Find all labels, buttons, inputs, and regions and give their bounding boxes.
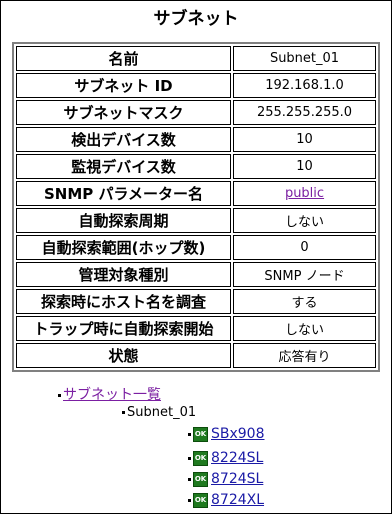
bullet-icon (188, 432, 191, 436)
tree-node-device: OK 8224SL (188, 450, 263, 466)
device-link[interactable]: SBx908 (211, 426, 265, 442)
ok-status-icon: OK (193, 426, 208, 442)
tree-node-device: OK SBx908 (188, 426, 265, 442)
tree-node-subnet-list: サブネット一覧 (58, 384, 161, 404)
tree-node-subnet: Subnet_01 (122, 405, 196, 420)
bullet-icon (58, 393, 61, 397)
ok-status-icon: OK (193, 471, 208, 487)
device-link[interactable]: 8724SL (211, 471, 263, 487)
device-link[interactable]: 8224SL (211, 450, 263, 466)
bullet-icon (122, 411, 125, 414)
ok-status-icon: OK (193, 492, 208, 508)
bullet-icon (188, 477, 191, 481)
tree-node-device: OK 8724XL (188, 492, 264, 508)
tree-node-device: OK 8724SL (188, 471, 263, 487)
navigation-tree: サブネット一覧 Subnet_01 OK SBx908 OK 8224SL OK 87… (0, 0, 392, 514)
subnet-name: Subnet_01 (127, 405, 197, 420)
subnet-list-link[interactable]: サブネット一覧 (63, 387, 161, 403)
device-link[interactable]: 8724XL (211, 492, 264, 508)
bullet-icon (188, 498, 191, 502)
bullet-icon (188, 456, 191, 460)
ok-status-icon: OK (193, 450, 208, 466)
